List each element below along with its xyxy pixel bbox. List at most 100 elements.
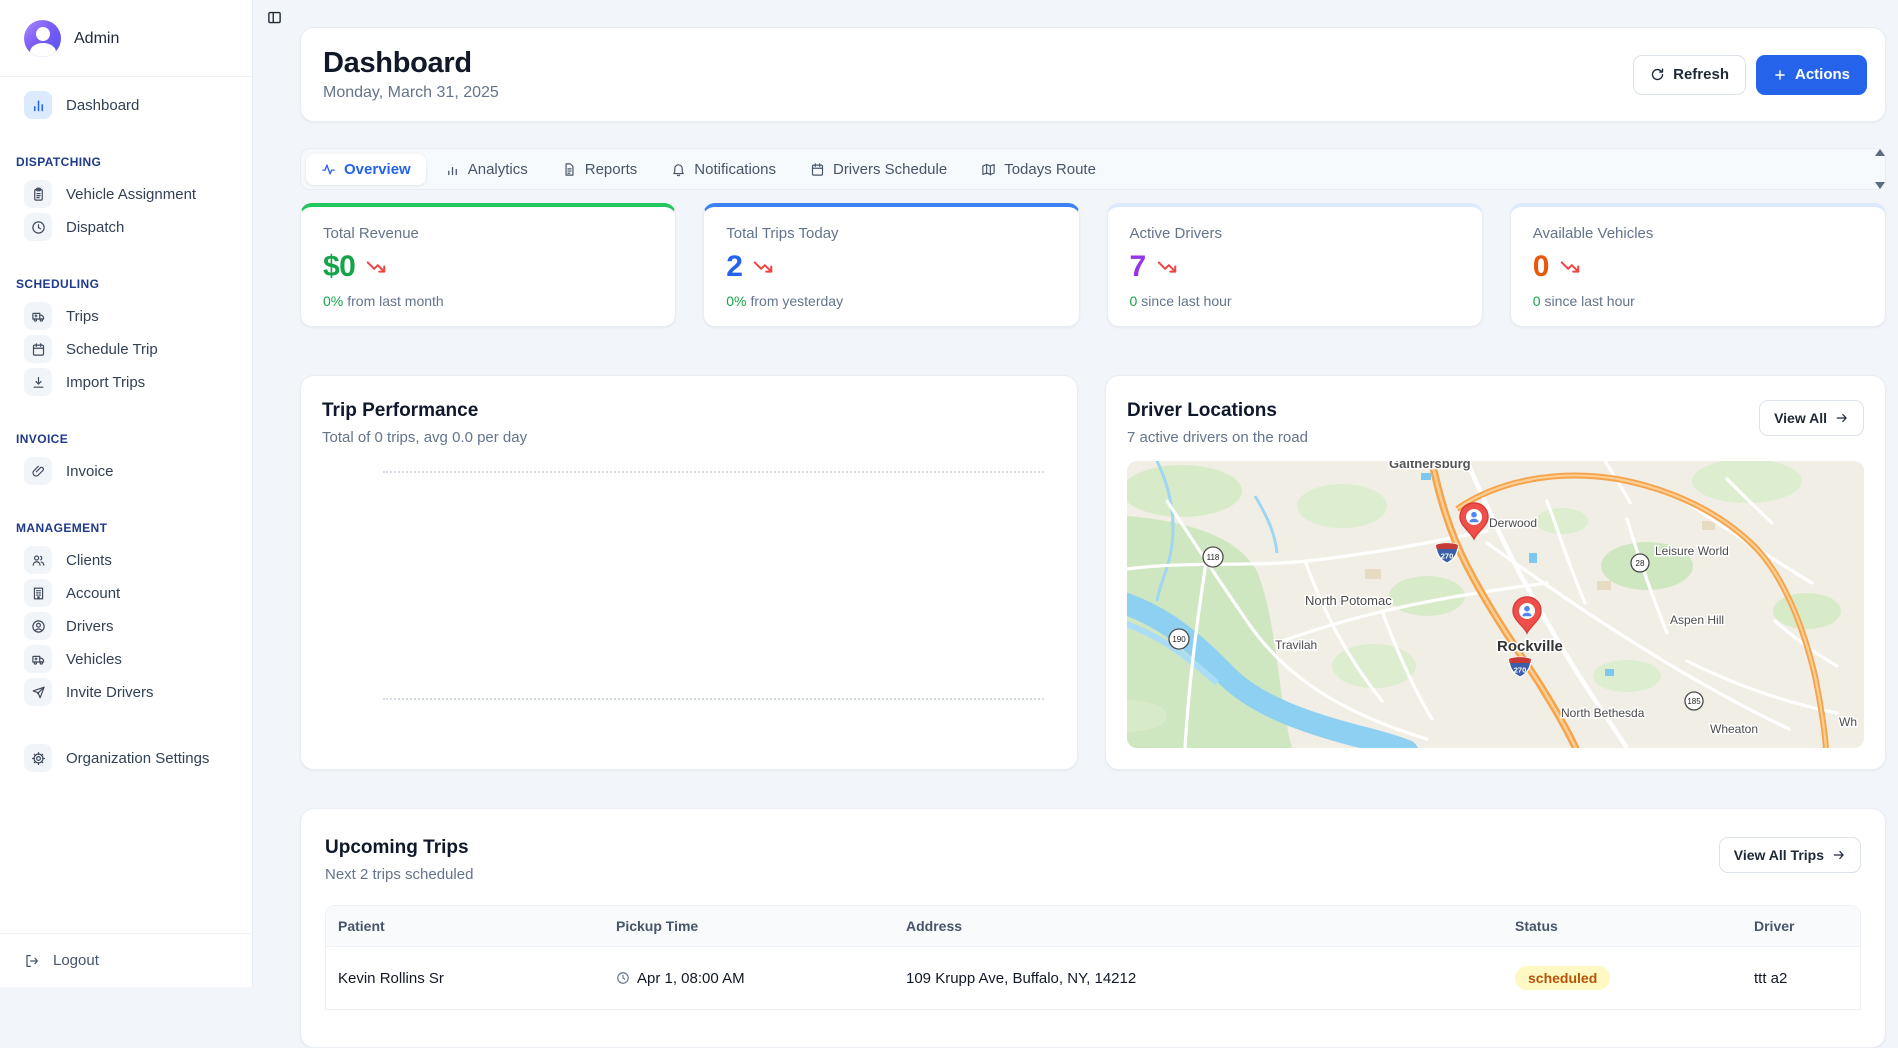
stat-value: 7 xyxy=(1130,250,1146,284)
sidebar-item-invoice[interactable]: Invoice xyxy=(24,456,242,486)
tabbar: Overview Analytics Reports Notifications… xyxy=(300,148,1886,190)
column-header-address: Address xyxy=(894,906,1503,946)
tab-label: Reports xyxy=(585,161,638,178)
trip-performance-subtitle: Total of 0 trips, avg 0.0 per day xyxy=(322,429,1056,446)
map[interactable]: 270 270 118 28 190 xyxy=(1127,461,1864,748)
sidebar-item-schedule-trip[interactable]: Schedule Trip xyxy=(24,334,242,364)
calendar-icon xyxy=(24,335,52,363)
map-icon xyxy=(981,162,996,177)
ambulance-icon xyxy=(24,645,52,673)
refresh-icon xyxy=(1650,67,1665,82)
sidebar-item-clients[interactable]: Clients xyxy=(24,545,242,575)
users-icon xyxy=(24,546,52,574)
driver-locations-title: Driver Locations xyxy=(1127,400,1308,422)
sidebar-item-drivers[interactable]: Drivers xyxy=(24,611,242,641)
user-block[interactable]: Admin xyxy=(0,0,252,77)
calendar-icon xyxy=(810,162,825,177)
chart-gridline xyxy=(383,698,1044,700)
column-header-pickup-time: Pickup Time xyxy=(604,906,894,946)
sidebar-item-label: Dispatch xyxy=(66,219,124,236)
tab-drivers-schedule[interactable]: Drivers Schedule xyxy=(795,154,962,185)
logout-button[interactable]: Logout xyxy=(0,933,252,987)
status-badge: scheduled xyxy=(1515,966,1610,990)
svg-text:270: 270 xyxy=(1514,666,1527,675)
sidebar-item-invite-drivers[interactable]: Invite Drivers xyxy=(24,677,242,707)
tab-analytics[interactable]: Analytics xyxy=(430,154,543,185)
trip-performance-title: Trip Performance xyxy=(322,400,1056,422)
route-shield-185: 185 xyxy=(1685,692,1703,710)
svg-text:185: 185 xyxy=(1687,697,1701,706)
tab-todays-route[interactable]: Todays Route xyxy=(966,154,1111,185)
actions-label: Actions xyxy=(1795,66,1850,83)
section-header-invoice: INVOICE xyxy=(16,432,252,446)
activity-icon xyxy=(321,162,336,177)
user-circle-icon xyxy=(24,612,52,640)
svg-text:270: 270 xyxy=(1441,552,1454,561)
sidebar-item-account[interactable]: Account xyxy=(24,578,242,608)
map-label: Leisure World xyxy=(1655,544,1729,558)
stat-subtext: 0since last hour xyxy=(1130,293,1460,309)
plus-icon xyxy=(1773,68,1787,82)
column-header-patient: Patient xyxy=(326,906,604,946)
upcoming-trips-subtitle: Next 2 trips scheduled xyxy=(325,866,473,883)
svg-text:118: 118 xyxy=(1207,553,1220,562)
driver-locations-panel: Driver Locations 7 active drivers on the… xyxy=(1105,375,1886,770)
clipboard-icon xyxy=(24,180,52,208)
sidebar-item-organization-settings[interactable]: Organization Settings xyxy=(24,743,242,773)
column-header-driver: Driver xyxy=(1742,906,1860,946)
tab-label: Analytics xyxy=(468,161,528,178)
sidebar-item-vehicles[interactable]: Vehicles xyxy=(24,644,242,674)
trending-down-icon xyxy=(752,256,774,278)
view-all-button[interactable]: View All xyxy=(1759,400,1864,436)
logout-label: Logout xyxy=(53,952,99,969)
view-all-label: View All xyxy=(1774,410,1827,426)
route-shield-28: 28 xyxy=(1631,554,1649,572)
scroll-down-icon[interactable] xyxy=(1875,182,1885,189)
sidebar-item-label: Dashboard xyxy=(66,97,139,114)
stat-card-total-trips: Total Trips Today 2 0%from yesterday xyxy=(703,203,1079,327)
sidebar-item-label: Drivers xyxy=(66,618,114,635)
page-header: Dashboard Monday, March 31, 2025 Refresh… xyxy=(300,27,1886,122)
view-all-trips-label: View All Trips xyxy=(1734,847,1824,863)
stat-card-total-revenue: Total Revenue $0 0%from last month xyxy=(300,203,676,327)
tab-scrollbar[interactable] xyxy=(1872,146,1888,192)
table-header-row: Patient Pickup Time Address Status Drive… xyxy=(326,906,1860,946)
bell-icon xyxy=(671,162,686,177)
column-header-status: Status xyxy=(1503,906,1742,946)
map-label: Rockville xyxy=(1497,638,1563,655)
tab-label: Drivers Schedule xyxy=(833,161,947,178)
stat-subtext: 0since last hour xyxy=(1533,293,1863,309)
trip-performance-panel: Trip Performance Total of 0 trips, avg 0… xyxy=(300,375,1078,770)
upcoming-trips-table: Patient Pickup Time Address Status Drive… xyxy=(325,905,1861,1010)
upcoming-trips-panel: Upcoming Trips Next 2 trips scheduled Vi… xyxy=(300,808,1886,1048)
sidebar-item-trips[interactable]: Trips xyxy=(24,301,242,331)
scroll-up-icon[interactable] xyxy=(1875,149,1885,156)
address-cell: 109 Krupp Ave, Buffalo, NY, 14212 xyxy=(894,946,1503,1009)
tab-label: Overview xyxy=(344,161,411,178)
map-label: Derwood xyxy=(1489,516,1537,530)
trending-down-icon xyxy=(1559,256,1581,278)
actions-button[interactable]: Actions xyxy=(1756,55,1867,95)
map-label: Wh xyxy=(1839,715,1857,729)
table-row[interactable]: Kevin Rollins Sr Apr 1, 08:00 AM 109 Kru… xyxy=(326,946,1860,1009)
sidebar-item-import-trips[interactable]: Import Trips xyxy=(24,367,242,397)
stat-label: Available Vehicles xyxy=(1533,225,1863,242)
sidebar-item-vehicle-assignment[interactable]: Vehicle Assignment xyxy=(24,179,242,209)
sidebar-toggle-icon[interactable] xyxy=(263,6,285,28)
view-all-trips-button[interactable]: View All Trips xyxy=(1719,837,1861,873)
tab-overview[interactable]: Overview xyxy=(306,154,426,185)
map-label: Aspen Hill xyxy=(1670,613,1724,627)
gear-icon xyxy=(24,744,52,772)
upcoming-trips-title: Upcoming Trips xyxy=(325,837,473,859)
stat-label: Total Trips Today xyxy=(726,225,1056,242)
sidebar-item-dashboard[interactable]: Dashboard xyxy=(24,90,242,120)
sidebar-item-dispatch[interactable]: Dispatch xyxy=(24,212,242,242)
refresh-button[interactable]: Refresh xyxy=(1633,55,1746,95)
tab-notifications[interactable]: Notifications xyxy=(656,154,791,185)
sidebar-item-label: Account xyxy=(66,585,120,602)
stat-subtext: 0%from last month xyxy=(323,293,653,309)
ambulance-icon xyxy=(24,302,52,330)
section-header-scheduling: SCHEDULING xyxy=(16,277,252,291)
route-shield-190: 190 xyxy=(1169,629,1189,649)
tab-reports[interactable]: Reports xyxy=(547,154,653,185)
